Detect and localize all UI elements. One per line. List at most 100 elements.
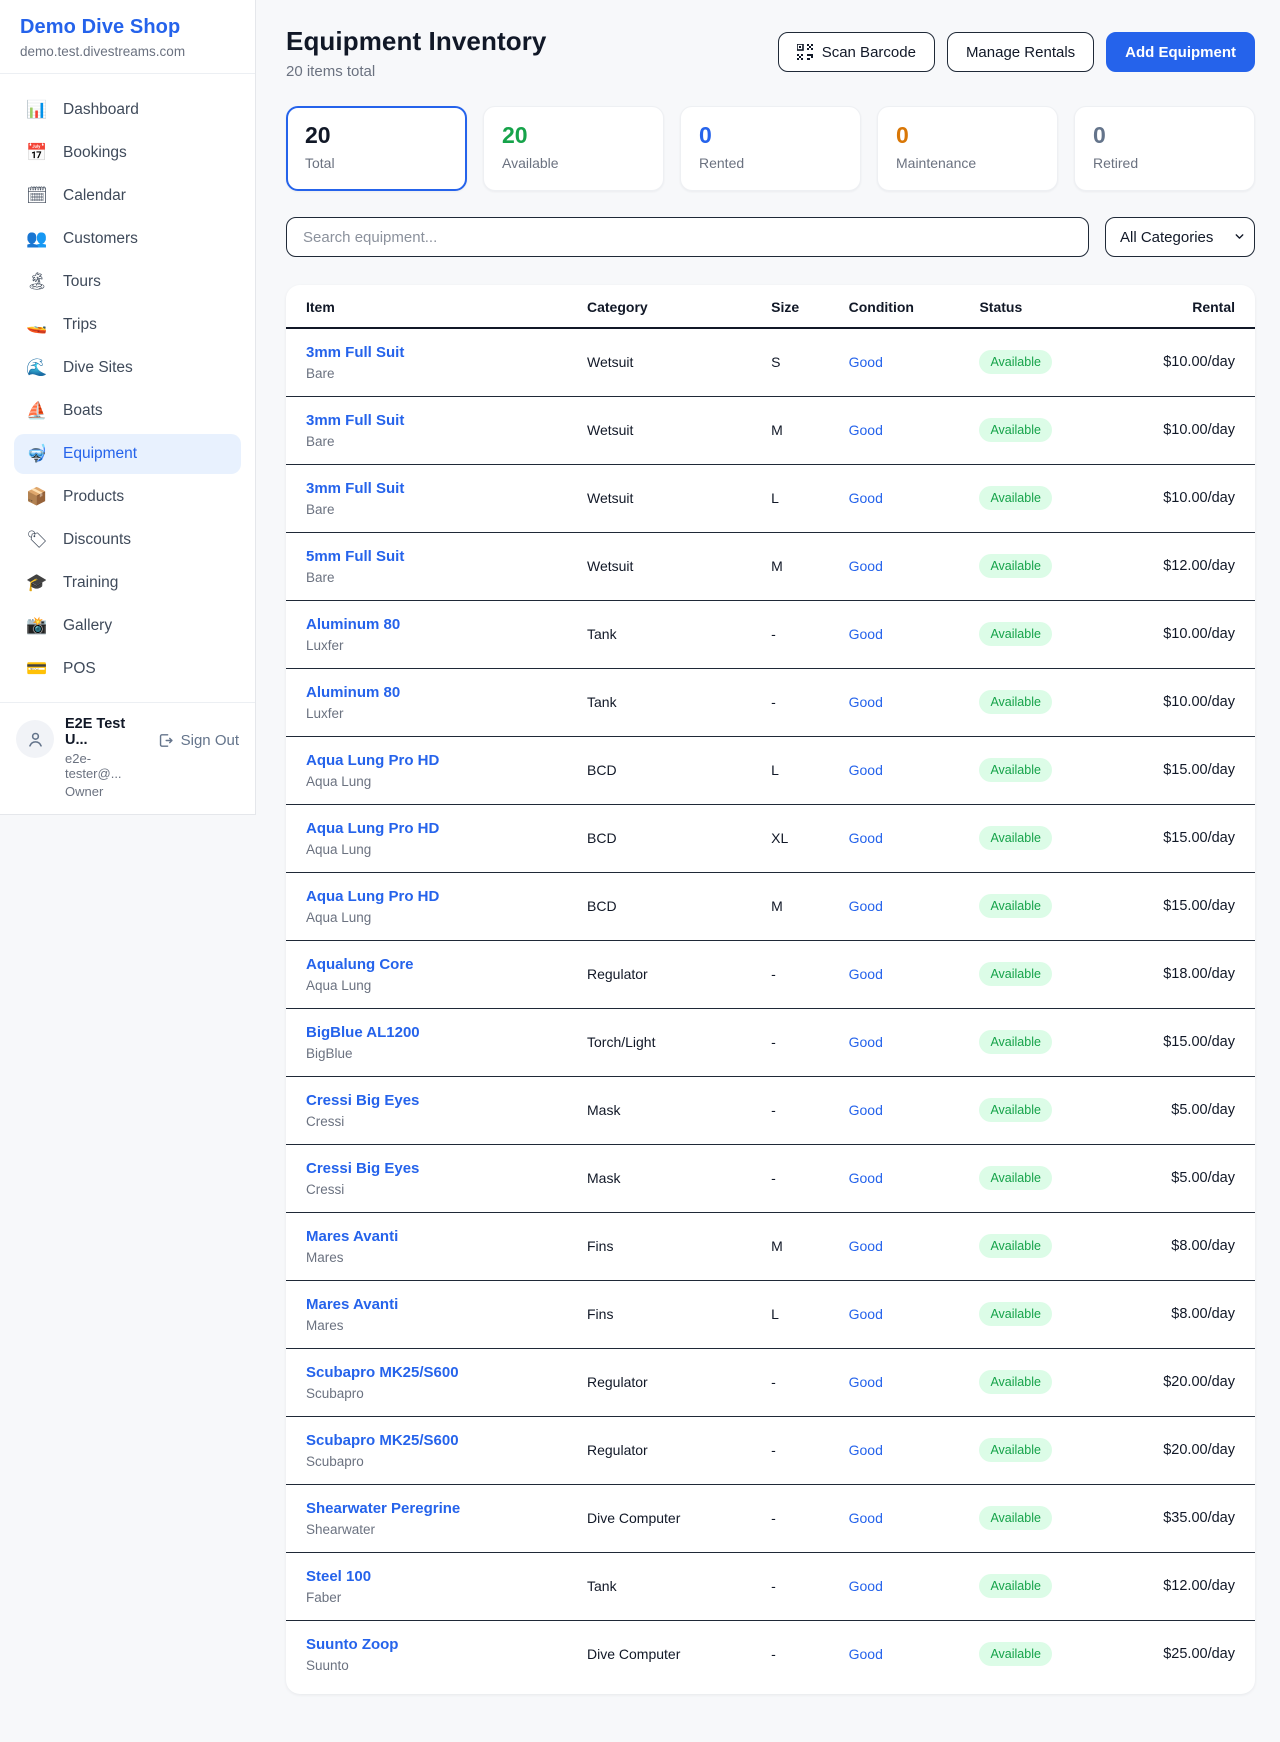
stat-value-total: 20 [305,122,448,149]
sidebar-item-label: Dive Sites [63,359,133,377]
condition-cell: Good [829,872,960,940]
status-cell: Available [959,464,1114,532]
status-cell: Available [959,736,1114,804]
sidebar-item-equipment[interactable]: 🤿Equipment [14,434,241,474]
sidebar-item-tours[interactable]: 🏝Tours [14,262,241,302]
category-select[interactable]: All Categories [1105,217,1255,257]
size-cell: - [751,1348,829,1416]
status-badge: Available [979,622,1052,646]
condition-cell: Good [829,668,960,736]
category-cell: Tank [567,600,751,668]
item-name-link[interactable]: Mares Avanti [306,1228,547,1245]
rental-cell: $10.00/day [1114,600,1255,668]
stat-card-retired[interactable]: 0Retired [1074,106,1255,191]
sign-out-button[interactable]: Sign Out [157,732,239,749]
item-brand: Aqua Lung [306,774,547,789]
package-icon: 📦 [26,487,48,507]
sidebar-item-gallery[interactable]: 📸Gallery [14,606,241,646]
item-cell: Scubapro MK25/S600Scubapro [286,1348,567,1416]
manage-rentals-button[interactable]: Manage Rentals [947,32,1094,72]
size-cell: - [751,1076,829,1144]
sidebar-item-label: Boats [63,402,103,420]
item-name-link[interactable]: Aluminum 80 [306,684,547,701]
condition-cell: Good [829,396,960,464]
people-icon: 👥 [26,229,48,249]
stat-card-maintenance[interactable]: 0Maintenance [877,106,1058,191]
status-cell: Available [959,1076,1114,1144]
status-badge: Available [979,1302,1052,1326]
item-name-link[interactable]: Aqua Lung Pro HD [306,752,547,769]
condition-value: Good [849,422,883,438]
status-badge: Available [979,758,1052,782]
item-cell: BigBlue AL1200BigBlue [286,1008,567,1076]
user-role: Owner [65,784,146,799]
dive-mask-icon: 🤿 [26,444,48,464]
item-name-link[interactable]: Scubapro MK25/S600 [306,1432,547,1449]
column-header-condition: Condition [829,285,960,328]
item-name-link[interactable]: Suunto Zoop [306,1636,547,1653]
table-row: 3mm Full SuitBareWetsuitLGoodAvailable$1… [286,464,1255,532]
condition-cell: Good [829,464,960,532]
sidebar-item-boats[interactable]: ⛵Boats [14,391,241,431]
scan-barcode-button[interactable]: Scan Barcode [778,32,935,72]
calendar-pad-icon: 🗓 [26,186,48,206]
item-name-link[interactable]: 3mm Full Suit [306,344,547,361]
sidebar-item-dive-sites[interactable]: 🌊Dive Sites [14,348,241,388]
item-name-link[interactable]: Aqua Lung Pro HD [306,888,547,905]
rental-cell: $12.00/day [1114,532,1255,600]
sidebar-item-discounts[interactable]: 🏷Discounts [14,520,241,560]
item-brand: Scubapro [306,1454,547,1469]
sidebar-item-training[interactable]: 🎓Training [14,563,241,603]
status-cell: Available [959,1212,1114,1280]
item-name-link[interactable]: Mares Avanti [306,1296,547,1313]
status-cell: Available [959,872,1114,940]
rental-cell: $20.00/day [1114,1416,1255,1484]
item-name-link[interactable]: 5mm Full Suit [306,548,547,565]
item-name-link[interactable]: 3mm Full Suit [306,480,547,497]
add-equipment-label: Add Equipment [1125,44,1236,61]
sidebar-item-pos[interactable]: 💳POS [14,649,241,689]
item-name-link[interactable]: Aluminum 80 [306,616,547,633]
brand-title[interactable]: Demo Dive Shop [20,16,235,39]
item-name-link[interactable]: BigBlue AL1200 [306,1024,547,1041]
sidebar-item-trips[interactable]: 🚤 Trips [14,305,241,345]
condition-value: Good [849,1510,883,1526]
rental-cell: $35.00/day [1114,1484,1255,1552]
stat-card-total[interactable]: 20Total [286,106,467,191]
item-brand: Bare [306,502,547,517]
table-row: Mares AvantiMaresFinsMGoodAvailable$8.00… [286,1212,1255,1280]
item-name-link[interactable]: Cressi Big Eyes [306,1092,547,1109]
main-content: Equipment Inventory 20 items total Scan … [256,0,1280,1694]
status-badge: Available [979,962,1052,986]
sidebar-item-products[interactable]: 📦Products [14,477,241,517]
size-cell: L [751,736,829,804]
sidebar-item-calendar[interactable]: 🗓Calendar [14,176,241,216]
sidebar-item-dashboard[interactable]: 📊Dashboard [14,90,241,130]
item-name-link[interactable]: Shearwater Peregrine [306,1500,547,1517]
user-block: E2E Test U... e2e-tester@... Owner Sign … [0,702,255,814]
stat-card-rented[interactable]: 0Rented [680,106,861,191]
condition-value: Good [849,694,883,710]
item-name-link[interactable]: Aqua Lung Pro HD [306,820,547,837]
item-name-link[interactable]: Scubapro MK25/S600 [306,1364,547,1381]
speedboat-icon: 🚤 [26,315,48,335]
item-name-link[interactable]: Steel 100 [306,1568,547,1585]
status-cell: Available [959,1484,1114,1552]
stat-card-available[interactable]: 20Available [483,106,664,191]
sidebar-item-label: Trips [63,316,97,334]
add-equipment-button[interactable]: Add Equipment [1106,32,1255,72]
stat-value-retired: 0 [1093,122,1236,149]
table-header-row: ItemCategorySizeConditionStatusRental [286,285,1255,328]
item-cell: Mares AvantiMares [286,1280,567,1348]
category-cell: Fins [567,1280,751,1348]
item-brand: Aqua Lung [306,842,547,857]
item-name-link[interactable]: Cressi Big Eyes [306,1160,547,1177]
table-row: Aqua Lung Pro HDAqua LungBCDMGoodAvailab… [286,872,1255,940]
sidebar-item-bookings[interactable]: 📅Bookings [14,133,241,173]
sidebar-item-customers[interactable]: 👥Customers [14,219,241,259]
search-input[interactable] [286,217,1089,257]
item-name-link[interactable]: Aqualung Core [306,956,547,973]
item-name-link[interactable]: 3mm Full Suit [306,412,547,429]
status-cell: Available [959,396,1114,464]
item-brand: Luxfer [306,638,547,653]
